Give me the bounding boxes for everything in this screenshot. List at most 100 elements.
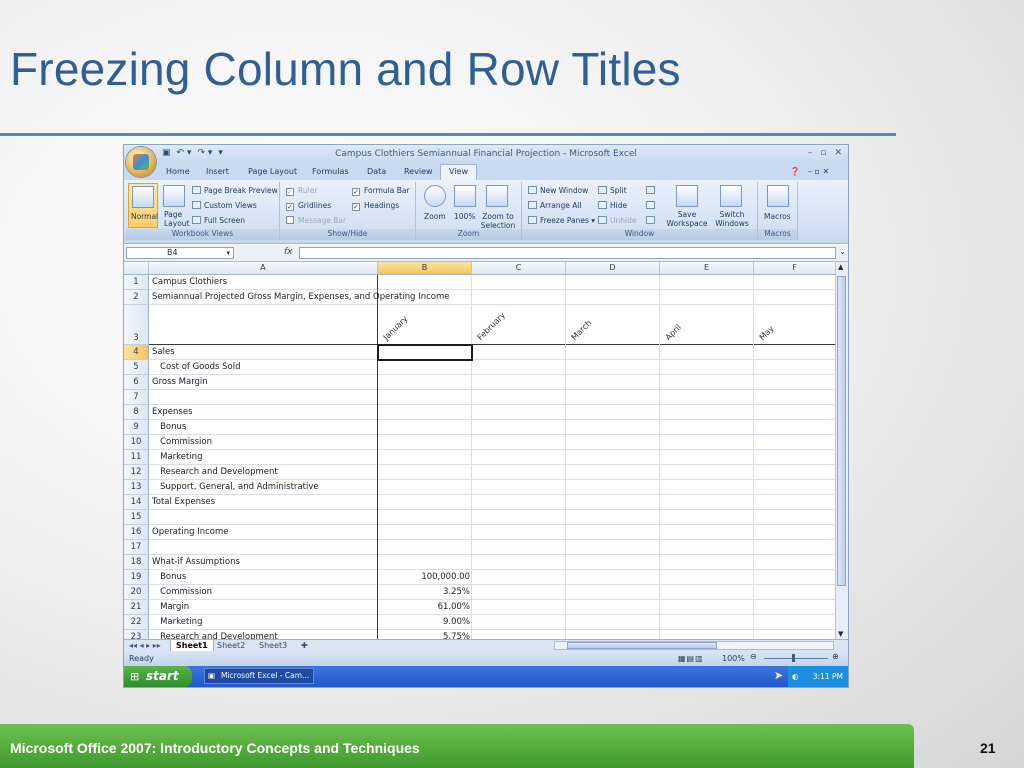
view-side-by-side-icon[interactable]: [646, 186, 658, 195]
cell-a[interactable]: Operating Income: [152, 527, 228, 537]
close-button[interactable]: ✕: [834, 148, 842, 158]
row-header[interactable]: 1: [124, 275, 149, 290]
sheet-tab-sheet3[interactable]: Sheet3: [254, 640, 292, 651]
row-header[interactable]: 18: [124, 555, 149, 570]
row-header[interactable]: 17: [124, 540, 149, 555]
cell-a[interactable]: Total Expenses: [152, 497, 215, 507]
office-button[interactable]: [126, 147, 156, 177]
row-header[interactable]: 20: [124, 585, 149, 600]
column-header-b[interactable]: B: [378, 262, 472, 275]
row-header[interactable]: 15: [124, 510, 149, 525]
month-header[interactable]: January: [382, 314, 410, 342]
column-header-c[interactable]: C: [472, 262, 566, 275]
cell-a[interactable]: Marketing: [152, 452, 202, 462]
custom-views-button[interactable]: Custom Views: [192, 201, 257, 210]
cell-a[interactable]: Campus Clothiers: [152, 277, 227, 287]
row-header[interactable]: 21: [124, 600, 149, 615]
formula-bar-checkbox[interactable]: ✓ Formula Bar: [352, 186, 410, 196]
column-header-d[interactable]: D: [566, 262, 660, 275]
zoom-slider-thumb[interactable]: [792, 654, 795, 662]
month-header[interactable]: May: [758, 324, 776, 342]
cell-b[interactable]: 61.00%: [378, 602, 470, 612]
name-box[interactable]: B4 ▾: [126, 247, 234, 259]
unhide-button[interactable]: Unhide: [598, 216, 636, 225]
full-screen-button[interactable]: Full Screen: [192, 216, 245, 225]
zoom-in-icon[interactable]: ⊕: [832, 652, 839, 661]
row-header[interactable]: 9: [124, 420, 149, 435]
formula-input[interactable]: [299, 247, 836, 259]
headings-checkbox[interactable]: ✓ Headings: [352, 201, 399, 211]
row-header[interactable]: 22: [124, 615, 149, 630]
normal-view-button[interactable]: Normal: [128, 183, 158, 228]
cell-a[interactable]: Semiannual Projected Gross Margin, Expen…: [152, 292, 449, 302]
message-bar-checkbox[interactable]: Message Bar: [286, 216, 346, 225]
row-header[interactable]: 19: [124, 570, 149, 585]
worksheet-grid[interactable]: A B C D E F 1 Campus Clothiers 2 Semiannual…: [124, 262, 836, 639]
ruler-checkbox[interactable]: ✓ Ruler: [286, 186, 317, 196]
scroll-down-icon[interactable]: ▼: [838, 630, 843, 638]
cell-a[interactable]: Margin: [152, 602, 189, 612]
minimize-button[interactable]: –: [808, 148, 813, 158]
vertical-scrollbar[interactable]: ▲ ▼: [835, 262, 848, 639]
tray-icon[interactable]: ◐: [792, 666, 799, 687]
tab-home[interactable]: Home: [166, 167, 190, 176]
row-header[interactable]: 11: [124, 450, 149, 465]
page-break-preview-button[interactable]: Page Break Preview: [192, 186, 278, 195]
cell-a[interactable]: Commission: [152, 587, 212, 597]
cell-a[interactable]: What-if Assumptions: [152, 557, 240, 567]
sheet-nav-arrows-icon[interactable]: ◂◂ ◂ ▸ ▸▸: [124, 640, 166, 651]
cell-a[interactable]: Marketing: [152, 617, 202, 627]
expand-formula-bar-icon[interactable]: ⌄: [839, 247, 846, 256]
gridlines-checkbox[interactable]: ✓ Gridlines: [286, 201, 331, 211]
cell-a[interactable]: Cost of Goods Sold: [152, 362, 240, 372]
sheet-tab-sheet2[interactable]: Sheet2: [212, 640, 250, 651]
cell-a[interactable]: Research and Development: [152, 632, 278, 639]
scroll-up-icon[interactable]: ▲: [838, 263, 843, 271]
row-header[interactable]: 13: [124, 480, 149, 495]
cell-a[interactable]: Commission: [152, 437, 212, 447]
view-buttons-icon[interactable]: ▦▤▥: [678, 654, 704, 663]
row-header[interactable]: 3: [124, 305, 149, 345]
zoom-slider[interactable]: [764, 658, 828, 659]
tab-data[interactable]: Data: [367, 167, 386, 176]
cell-a[interactable]: Gross Margin: [152, 377, 208, 387]
row-header[interactable]: 10: [124, 435, 149, 450]
column-header-a[interactable]: A: [149, 262, 378, 275]
row-header[interactable]: 5: [124, 360, 149, 375]
zoom-out-icon[interactable]: ⊖: [750, 652, 757, 661]
month-header[interactable]: February: [476, 311, 507, 342]
cell-b[interactable]: 100,000.00: [378, 572, 470, 582]
tab-formulas[interactable]: Formulas: [312, 167, 349, 176]
row-header[interactable]: 2: [124, 290, 149, 305]
horizontal-scrollbar[interactable]: [554, 641, 834, 650]
active-cell-selection[interactable]: [377, 344, 473, 361]
cell-a[interactable]: Sales: [152, 347, 175, 357]
row-header[interactable]: 4: [124, 345, 149, 360]
tab-insert[interactable]: Insert: [206, 167, 229, 176]
freeze-panes-button[interactable]: Freeze Panes ▾: [528, 216, 595, 225]
workbook-window-controls[interactable]: – ▫ ✕: [808, 167, 829, 176]
restore-button[interactable]: ▫: [820, 148, 826, 158]
synchronous-scrolling-icon[interactable]: [646, 201, 658, 210]
row-header[interactable]: 6: [124, 375, 149, 390]
zoom-level[interactable]: 100%: [722, 654, 745, 663]
insert-worksheet-icon[interactable]: ✚: [296, 640, 313, 651]
cell-a[interactable]: Bonus: [152, 572, 186, 582]
row-header[interactable]: 14: [124, 495, 149, 510]
row-header[interactable]: 12: [124, 465, 149, 480]
month-header[interactable]: April: [664, 323, 683, 342]
horizontal-scroll-thumb[interactable]: [567, 642, 717, 649]
taskbar-item-excel[interactable]: ▣ Microsoft Excel - Cam...: [204, 668, 314, 684]
new-window-button[interactable]: New Window: [528, 186, 588, 195]
cell-a[interactable]: Support, General, and Administrative: [152, 482, 318, 492]
row-header[interactable]: 8: [124, 405, 149, 420]
select-all-corner[interactable]: [124, 262, 149, 275]
cell-b[interactable]: 9.00%: [378, 617, 470, 627]
column-header-e[interactable]: E: [660, 262, 754, 275]
reset-window-position-icon[interactable]: [646, 216, 658, 225]
arrange-all-button[interactable]: Arrange All: [528, 201, 582, 210]
row-header[interactable]: 23: [124, 630, 149, 639]
tab-view[interactable]: View: [440, 164, 477, 180]
cell-a[interactable]: Research and Development: [152, 467, 278, 477]
help-icon[interactable]: ❓: [790, 167, 800, 176]
